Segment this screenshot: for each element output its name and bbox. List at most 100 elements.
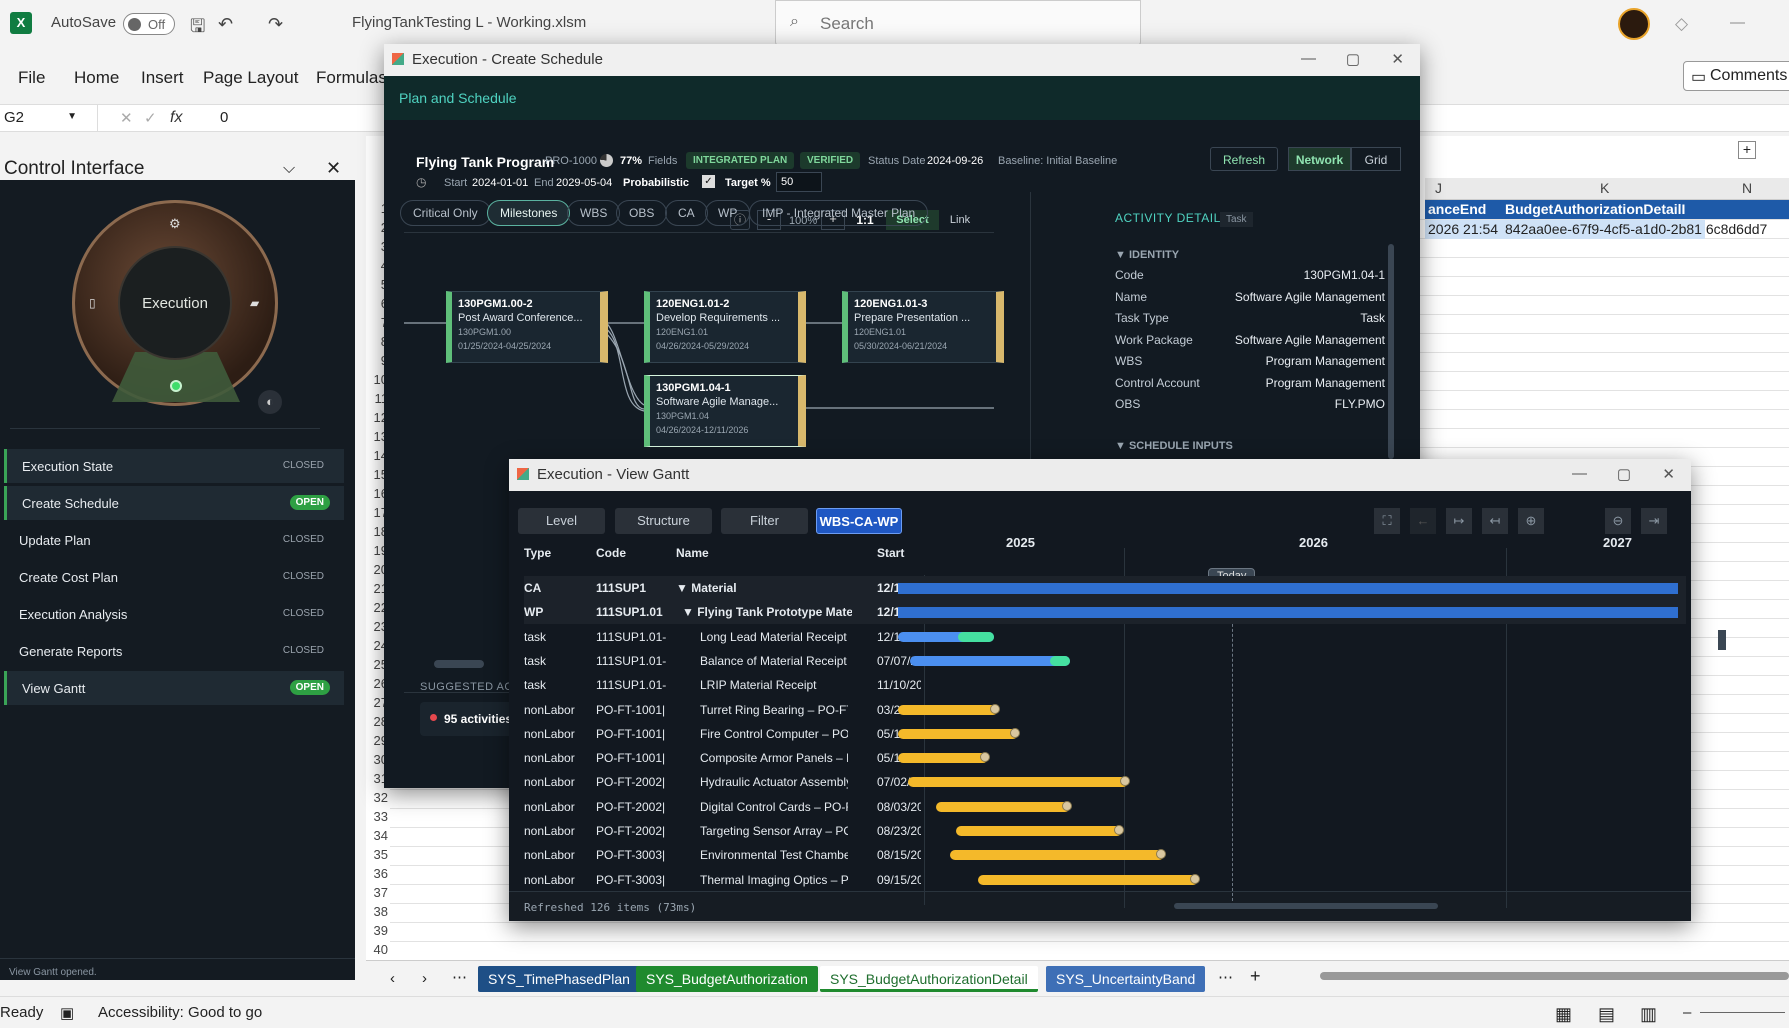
zoom-minus-icon[interactable]: – xyxy=(1683,1004,1691,1021)
filter-button[interactable]: Filter xyxy=(721,508,808,534)
gear-icon[interactable]: ⚙ xyxy=(169,216,181,232)
probabilistic-checkbox[interactable]: ✓ xyxy=(702,175,715,188)
cell-j2[interactable]: 2026 21:54 xyxy=(1428,221,1498,237)
more-tabs-icon[interactable]: ⋯ xyxy=(1218,968,1233,986)
gantt-row[interactable]: nonLabor PO-FT-1001|L Fire Control Compute… xyxy=(524,722,924,746)
comments-button[interactable]: ▭ Comments xyxy=(1683,61,1789,91)
gantt-bar[interactable] xyxy=(950,850,1164,861)
next-sheet-icon[interactable]: › xyxy=(422,970,427,987)
nav-item-execution-analysis[interactable]: Execution Analysis CLOSED xyxy=(4,597,344,631)
task-card-130pgm1-04-1[interactable]: 130PGM1.04-1 Software Agile Manage... 13… xyxy=(644,375,806,447)
tab-insert[interactable]: Insert xyxy=(141,68,184,88)
cancel-icon[interactable]: ✕ xyxy=(120,109,133,127)
level-button[interactable]: Level xyxy=(518,508,605,534)
sheet-tab-uncertaintyband[interactable]: SYS_UncertaintyBand xyxy=(1046,966,1206,992)
col-type[interactable]: Type xyxy=(524,546,551,560)
gantt-bar[interactable] xyxy=(898,753,988,764)
gantt-row[interactable]: task 111SUP1.01-3 LRIP Material Receipt 11/… xyxy=(524,673,924,697)
canvas-scrollbar[interactable] xyxy=(434,660,484,668)
gantt-row[interactable]: nonLabor PO-FT-2002|L Hydraulic Actuator A… xyxy=(524,770,924,794)
filter-obs[interactable]: OBS xyxy=(616,200,668,226)
col-name[interactable]: Name xyxy=(676,546,709,560)
gantt-bar[interactable] xyxy=(978,874,1198,885)
nav-item-view-gantt[interactable]: View Gantt OPEN xyxy=(4,671,344,705)
chevron-down-icon[interactable]: ⌵ xyxy=(283,160,295,178)
row-number[interactable]: 36 xyxy=(366,866,388,881)
sheet-tab-budgetauthorization[interactable]: SYS_BudgetAuthorization xyxy=(636,966,818,992)
gantt-row[interactable]: nonLabor PO-FT-1001|L Composite Armor Pane… xyxy=(524,746,924,770)
gantt-bar[interactable] xyxy=(898,583,1678,594)
close-icon[interactable]: ✕ xyxy=(1662,465,1675,483)
gantt-hscroll[interactable] xyxy=(1174,903,1438,909)
col-code[interactable]: Code xyxy=(596,546,626,560)
task-card-130pgm1-00-2[interactable]: 130PGM1.00-2 Post Award Conference... 13… xyxy=(446,291,608,363)
header-cell-j[interactable]: anceEnd xyxy=(1428,201,1486,217)
sheet-tab-timephasedplan[interactable]: SYS_TimePhasedPlan xyxy=(478,966,640,992)
export-icon[interactable]: ⇥ xyxy=(1641,508,1667,534)
tab-home[interactable]: Home xyxy=(74,68,119,88)
search-box[interactable]: ⌕ Search xyxy=(775,0,1141,46)
tab-file[interactable]: File xyxy=(18,68,45,88)
column-header-j[interactable]: J xyxy=(1435,180,1442,196)
folder-icon[interactable]: ▰ xyxy=(250,296,259,310)
diamond-icon[interactable]: ◇ xyxy=(1675,14,1688,34)
nav-item-execution-state[interactable]: Execution State CLOSED xyxy=(4,449,344,483)
gantt-row[interactable]: task 111SUP1.01-1 Long Lead Material Recei… xyxy=(524,625,924,649)
tab-formulas[interactable]: Formulas xyxy=(316,68,387,88)
refresh-button[interactable]: Refresh xyxy=(1210,147,1278,171)
fx-icon[interactable]: fx xyxy=(170,109,182,127)
filter-wp[interactable]: WP xyxy=(705,200,751,226)
collapse-width-icon[interactable]: ↤ xyxy=(1482,508,1508,534)
prev-sheet-icon[interactable]: ‹ xyxy=(390,970,395,987)
gantt-bar[interactable] xyxy=(898,607,1678,619)
header-cell-k[interactable]: BudgetAuthorizationDetailI xyxy=(1505,201,1685,217)
expand-width-icon[interactable]: ↦ xyxy=(1446,508,1472,534)
row-number[interactable]: 39 xyxy=(366,923,388,938)
gantt-bar[interactable] xyxy=(910,655,1070,666)
gantt-bar[interactable] xyxy=(908,777,1128,788)
column-header-n[interactable]: N xyxy=(1742,180,1752,196)
autosave-toggle[interactable]: Off xyxy=(123,13,175,35)
close-icon[interactable]: ✕ xyxy=(326,158,341,179)
scroll-left-icon[interactable]: ← xyxy=(1410,508,1436,534)
minimize-icon[interactable]: — xyxy=(1572,465,1587,482)
gantt-row[interactable]: nonLabor PO-FT-2002|L Targeting Sensor Arr… xyxy=(524,819,924,843)
gantt-vscroll[interactable] xyxy=(1718,630,1726,650)
gantt-row[interactable]: task 111SUP1.01-2 Balance of Material Rece… xyxy=(524,649,924,673)
column-header-k[interactable]: K xyxy=(1600,180,1609,196)
gantt-bar[interactable] xyxy=(936,801,1070,812)
filter-milestones[interactable]: Milestones xyxy=(487,200,571,226)
schedule-inputs-section[interactable]: ▼ SCHEDULE INPUTS xyxy=(1115,440,1233,452)
minimize-icon[interactable]: — xyxy=(1301,50,1316,67)
nav-item-generate-reports[interactable]: Generate Reports CLOSED xyxy=(4,634,344,668)
gantt-bar[interactable] xyxy=(956,826,1122,836)
dial-center[interactable]: Execution xyxy=(118,246,232,360)
page-break-icon[interactable]: ▥ xyxy=(1640,1004,1657,1025)
fit-icon[interactable]: ⛶ xyxy=(1374,508,1400,534)
enter-icon[interactable]: ✓ xyxy=(144,109,157,127)
gantt-row[interactable]: nonLabor PO-FT-3003|L Environmental Test C… xyxy=(524,843,924,867)
plus-icon[interactable]: + xyxy=(1738,141,1756,159)
filter-wbs[interactable]: WBS xyxy=(567,200,621,226)
avatar[interactable] xyxy=(1618,8,1650,40)
maximize-icon[interactable]: ▢ xyxy=(1617,465,1631,483)
close-icon[interactable]: ✕ xyxy=(1391,50,1404,68)
horizontal-scrollbar[interactable] xyxy=(1320,972,1789,980)
add-sheet-icon[interactable]: + xyxy=(1250,966,1261,987)
theme-toggle-icon[interactable]: ◐ xyxy=(258,390,282,414)
gantt-bar[interactable] xyxy=(898,728,1018,739)
name-box[interactable]: G2 ▼ xyxy=(0,104,98,132)
macro-icon[interactable]: ▣ xyxy=(60,1004,74,1022)
zoom-slider[interactable] xyxy=(1700,1012,1785,1013)
filter-ca[interactable]: CA xyxy=(665,200,708,226)
nav-item-create-schedule[interactable]: Create Schedule OPEN xyxy=(4,486,344,520)
filter-critical-only[interactable]: Critical Only xyxy=(400,200,491,226)
row-number[interactable]: 40 xyxy=(366,942,388,957)
structure-button[interactable]: Structure xyxy=(615,508,712,534)
sheet-tab-budgetauthorizationdetail[interactable]: SYS_BudgetAuthorizationDetail xyxy=(820,966,1038,992)
gantt-row[interactable]: nonLabor PO-FT-3003|L Thermal Imaging Opti… xyxy=(524,868,924,892)
row-number[interactable]: 32 xyxy=(366,790,388,805)
cell-k2[interactable]: 842aa0ee-67f9-4cf5-a1d0-2b81 6c8d6dd7 xyxy=(1505,221,1767,237)
gantt-row[interactable]: nonLabor PO-FT-2002|L Digital Control Card… xyxy=(524,795,924,819)
row-number[interactable]: 34 xyxy=(366,828,388,843)
